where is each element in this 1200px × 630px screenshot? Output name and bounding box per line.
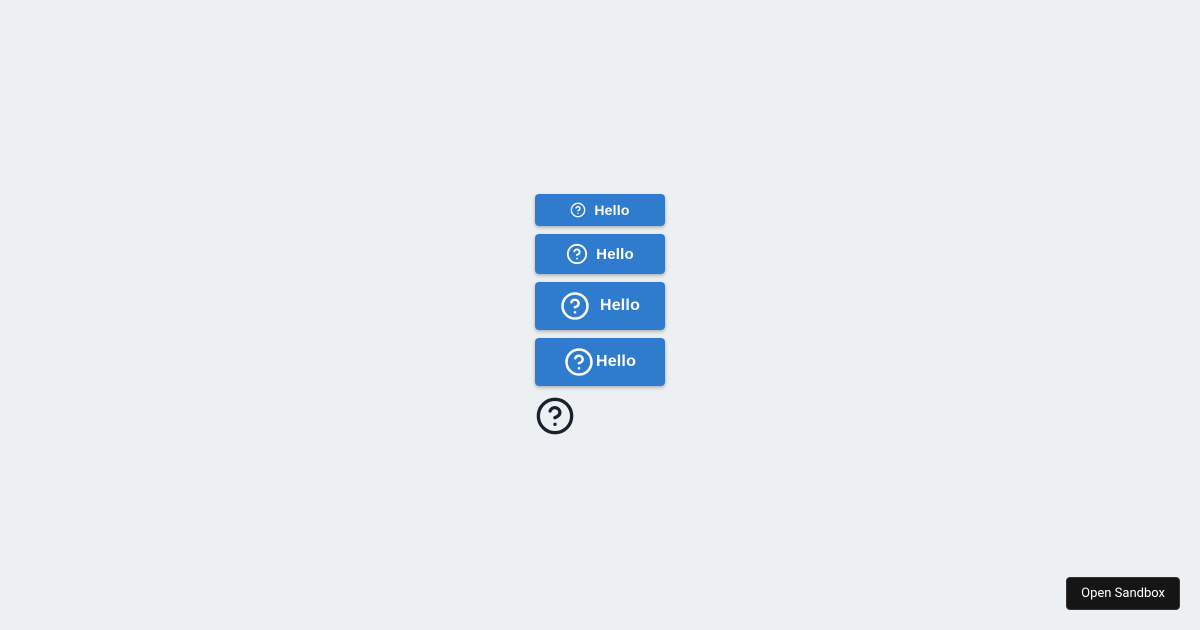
- hello-button-large-tight[interactable]: Hello: [535, 338, 665, 386]
- help-circle-icon: [560, 291, 590, 321]
- help-circle-icon: [564, 347, 594, 377]
- button-label: Hello: [596, 246, 634, 263]
- help-circle-icon: [535, 396, 575, 436]
- button-label: Hello: [596, 353, 636, 371]
- button-stack: Hello Hello Hello: [535, 194, 665, 436]
- button-label: Hello: [594, 202, 629, 218]
- open-sandbox-label: Open Sandbox: [1081, 586, 1165, 601]
- hello-button-large[interactable]: Hello: [535, 282, 665, 330]
- open-sandbox-button[interactable]: Open Sandbox: [1066, 577, 1180, 610]
- button-label: Hello: [600, 297, 640, 315]
- hello-button-small[interactable]: Hello: [535, 194, 665, 226]
- help-circle-icon: [570, 202, 586, 218]
- hello-button-medium[interactable]: Hello: [535, 234, 665, 274]
- help-circle-icon: [566, 243, 588, 265]
